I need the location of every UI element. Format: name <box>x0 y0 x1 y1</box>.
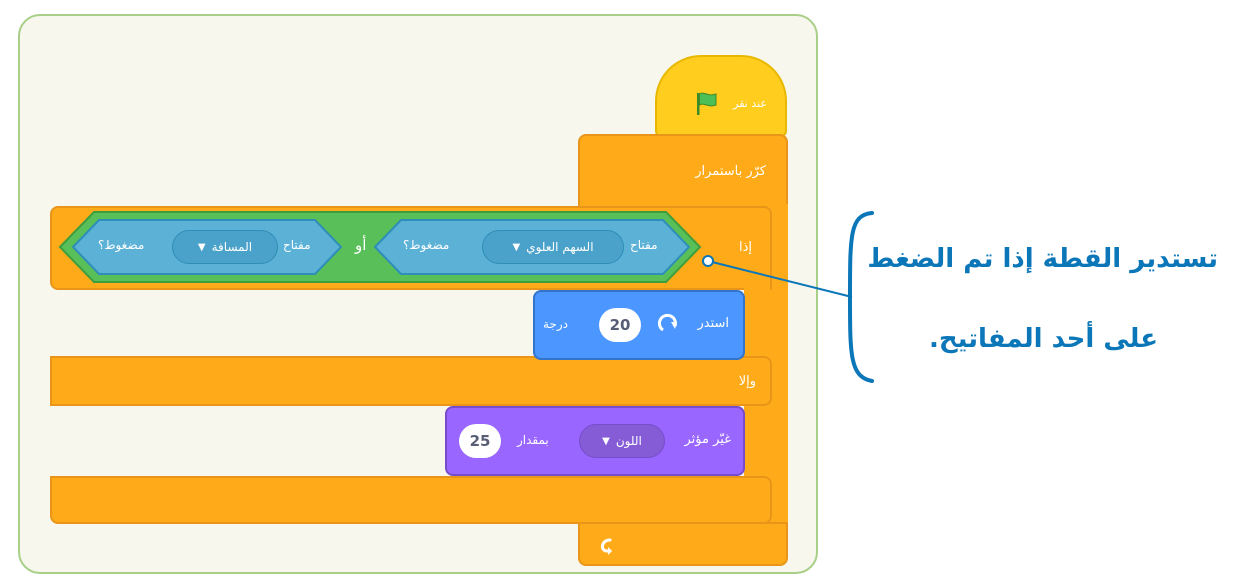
effect-by-label: بمقدار <box>517 433 549 447</box>
rotate-clockwise-icon <box>658 313 677 332</box>
change-effect-block[interactable]: غيّر مؤثر اللون ▼ بمقدار 25 <box>445 406 745 476</box>
key2-prefix: مفتاح <box>283 238 311 252</box>
change-effect-label: غيّر مؤثر <box>684 432 732 447</box>
key1-prefix: مفتاح <box>630 238 658 252</box>
effect-amount-input[interactable]: 25 <box>459 424 501 458</box>
key1-value: السهم العلوي <box>526 240 594 254</box>
annotation-line-2: على أحد المفاتيح. <box>928 324 1158 354</box>
hat-label: عند نقر <box>733 97 767 110</box>
annotation-line-1: تستدير القطة إذا تم الضغط <box>867 244 1218 274</box>
turn-degrees-input[interactable]: 20 <box>599 308 641 342</box>
turn-unit: درجة <box>543 317 568 331</box>
if-else-bottom <box>50 476 772 524</box>
forever-label: كرّر باستمرار <box>695 164 766 179</box>
effect-value: اللون <box>615 434 642 448</box>
effect-dropdown[interactable]: اللون ▼ <box>579 424 665 458</box>
dropdown-arrow-icon: ▼ <box>197 241 206 253</box>
key2-suffix: مضغوط؟ <box>98 238 145 252</box>
when-flag-clicked-block[interactable]: عند نقر <box>655 55 787 137</box>
dropdown-arrow-icon: ▼ <box>512 241 521 253</box>
key1-dropdown[interactable]: السهم العلوي ▼ <box>482 230 624 264</box>
key1-suffix: مضغوط؟ <box>403 238 450 252</box>
or-label: أو <box>355 236 367 254</box>
else-bar: وإلا <box>50 356 772 406</box>
loop-arrow-icon <box>601 538 612 555</box>
key2-value: المسافة <box>211 240 253 254</box>
key2-dropdown[interactable]: المسافة ▼ <box>172 230 278 264</box>
green-flag-icon <box>697 92 717 115</box>
dropdown-arrow-icon: ▼ <box>602 435 610 447</box>
forever-bottom <box>578 522 788 566</box>
annotation-bracket <box>702 211 874 383</box>
forever-block[interactable]: كرّر باستمرار <box>578 134 788 208</box>
